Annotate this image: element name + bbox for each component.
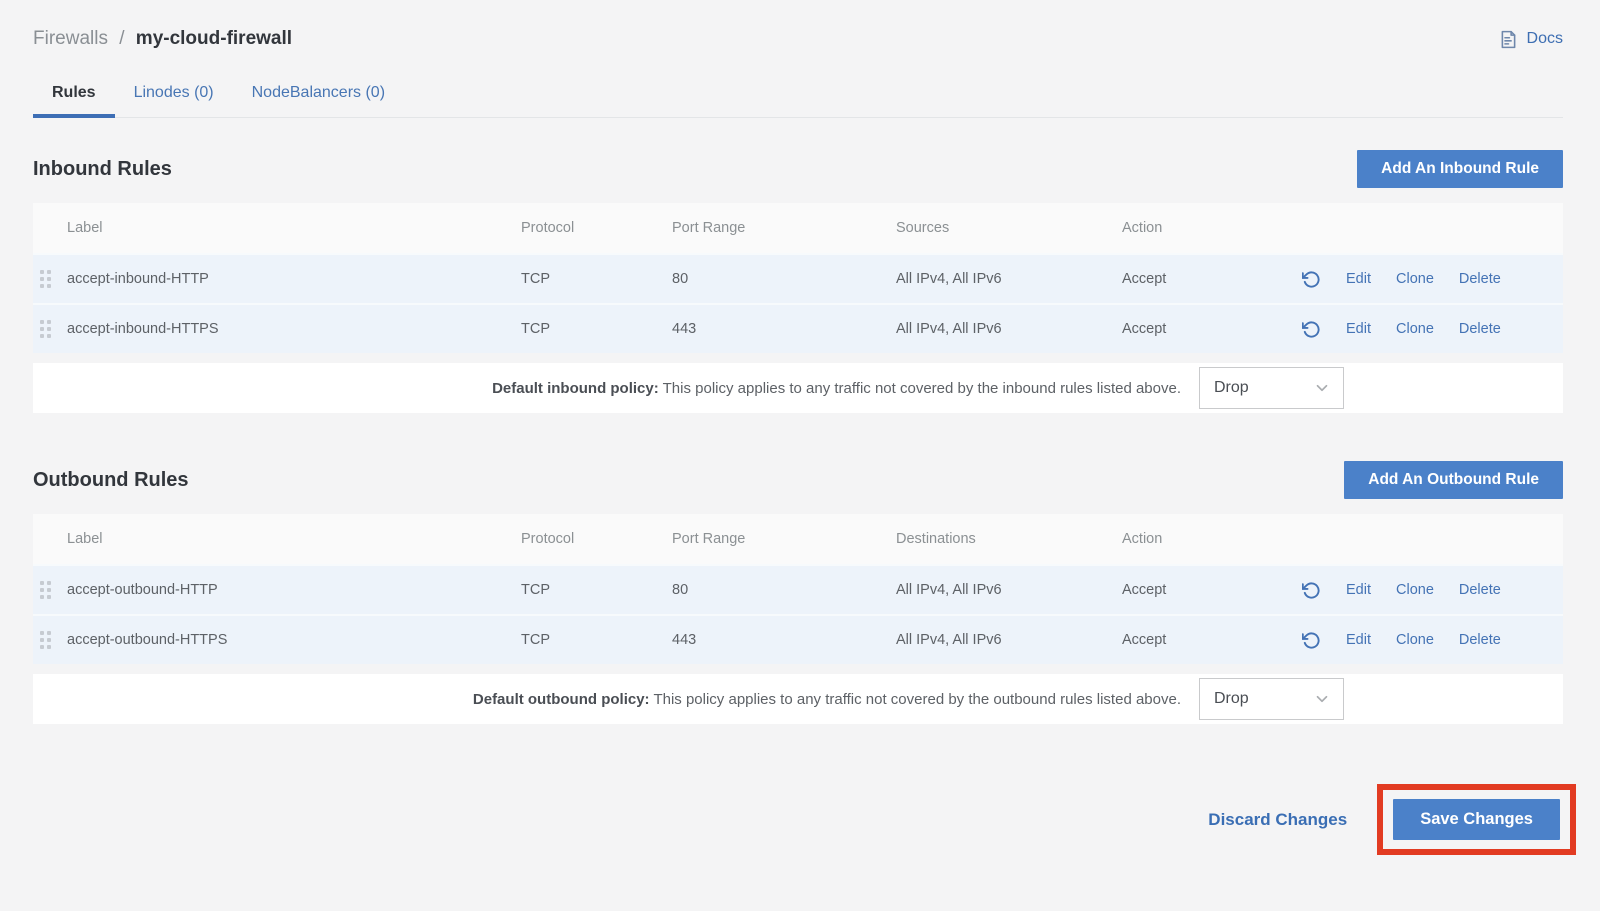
chevron-down-icon — [1313, 379, 1331, 397]
outbound-rules-title: Outbound Rules — [33, 469, 189, 492]
rule-destinations: All IPv4, All IPv6 — [896, 632, 1122, 648]
col-protocol: Protocol — [521, 531, 672, 547]
rule-sources: All IPv4, All IPv6 — [896, 271, 1122, 287]
col-protocol: Protocol — [521, 220, 672, 236]
tab-bar: Rules Linodes (0) NodeBalancers (0) — [33, 72, 1563, 118]
rule-label: accept-outbound-HTTP — [67, 582, 521, 598]
delete-link[interactable]: Delete — [1459, 582, 1501, 598]
inbound-table-header: Label Protocol Port Range Sources Action — [33, 203, 1563, 253]
rule-sources: All IPv4, All IPv6 — [896, 321, 1122, 337]
tab-nodebalancers[interactable]: NodeBalancers (0) — [233, 72, 404, 117]
inbound-rules-title: Inbound Rules — [33, 158, 172, 181]
rule-protocol: TCP — [521, 321, 672, 337]
drag-handle-icon[interactable] — [40, 320, 51, 338]
rule-label: accept-inbound-HTTP — [67, 271, 521, 287]
rule-protocol: TCP — [521, 632, 672, 648]
add-outbound-rule-button[interactable]: Add An Outbound Rule — [1344, 461, 1563, 499]
breadcrumb: Firewalls / my-cloud-firewall — [33, 28, 292, 50]
drag-handle-icon[interactable] — [40, 270, 51, 288]
rule-action: Accept — [1122, 632, 1302, 648]
default-outbound-policy-row: Default outbound policy: This policy app… — [33, 674, 1563, 724]
clone-link[interactable]: Clone — [1396, 321, 1434, 337]
topbar: Firewalls / my-cloud-firewall Docs — [33, 28, 1563, 50]
edit-link[interactable]: Edit — [1346, 632, 1371, 648]
undo-icon[interactable] — [1302, 631, 1321, 650]
rule-label: accept-inbound-HTTPS — [67, 321, 521, 337]
docs-link[interactable]: Docs — [1498, 29, 1563, 50]
col-destinations: Destinations — [896, 531, 1122, 547]
rule-destinations: All IPv4, All IPv6 — [896, 582, 1122, 598]
docs-icon — [1498, 29, 1519, 50]
col-label: Label — [67, 531, 521, 547]
undo-icon[interactable] — [1302, 320, 1321, 339]
outbound-table-header: Label Protocol Port Range Destinations A… — [33, 514, 1563, 564]
default-inbound-policy-text: Default inbound policy: This policy appl… — [492, 380, 1181, 397]
docs-label: Docs — [1527, 30, 1563, 48]
undo-icon[interactable] — [1302, 581, 1321, 600]
delete-link[interactable]: Delete — [1459, 271, 1501, 287]
clone-link[interactable]: Clone — [1396, 632, 1434, 648]
delete-link[interactable]: Delete — [1459, 321, 1501, 337]
default-outbound-policy-select[interactable]: Drop — [1199, 678, 1344, 720]
discard-changes-link[interactable]: Discard Changes — [1208, 810, 1347, 830]
rule-port: 80 — [672, 271, 896, 287]
rule-protocol: TCP — [521, 271, 672, 287]
inbound-rules-section: Inbound Rules Add An Inbound Rule Label … — [33, 150, 1563, 413]
rule-action: Accept — [1122, 271, 1302, 287]
table-row-outbound-http: accept-outbound-HTTP TCP 80 All IPv4, Al… — [33, 564, 1563, 614]
add-inbound-rule-button[interactable]: Add An Inbound Rule — [1357, 150, 1563, 188]
undo-icon[interactable] — [1302, 270, 1321, 289]
save-changes-button[interactable]: Save Changes — [1393, 799, 1560, 840]
clone-link[interactable]: Clone — [1396, 271, 1434, 287]
col-action: Action — [1122, 220, 1302, 236]
breadcrumb-current-firewall: my-cloud-firewall — [136, 28, 292, 49]
clone-link[interactable]: Clone — [1396, 582, 1434, 598]
form-actions: Discard Changes Save Changes — [33, 784, 1563, 855]
col-port-range: Port Range — [672, 220, 896, 236]
rule-port: 80 — [672, 582, 896, 598]
annotation-highlight-rectangle: Save Changes — [1377, 784, 1576, 855]
delete-link[interactable]: Delete — [1459, 632, 1501, 648]
default-outbound-policy-text: Default outbound policy: This policy app… — [473, 691, 1181, 708]
tab-rules[interactable]: Rules — [33, 72, 115, 117]
firewall-detail-page: Firewalls / my-cloud-firewall Docs Rules… — [0, 0, 1600, 911]
table-row-inbound-https: accept-inbound-HTTPS TCP 443 All IPv4, A… — [33, 303, 1563, 353]
col-sources: Sources — [896, 220, 1122, 236]
rule-port: 443 — [672, 632, 896, 648]
tab-linodes[interactable]: Linodes (0) — [115, 72, 233, 117]
drag-handle-icon[interactable] — [40, 581, 51, 599]
rule-action: Accept — [1122, 582, 1302, 598]
table-row-inbound-http: accept-inbound-HTTP TCP 80 All IPv4, All… — [33, 253, 1563, 303]
edit-link[interactable]: Edit — [1346, 582, 1371, 598]
rule-label: accept-outbound-HTTPS — [67, 632, 521, 648]
table-row-outbound-https: accept-outbound-HTTPS TCP 443 All IPv4, … — [33, 614, 1563, 664]
col-label: Label — [67, 220, 521, 236]
col-action: Action — [1122, 531, 1302, 547]
default-inbound-policy-row: Default inbound policy: This policy appl… — [33, 363, 1563, 413]
rule-port: 443 — [672, 321, 896, 337]
breadcrumb-firewalls[interactable]: Firewalls — [33, 28, 108, 49]
outbound-rules-section: Outbound Rules Add An Outbound Rule Labe… — [33, 461, 1563, 724]
edit-link[interactable]: Edit — [1346, 321, 1371, 337]
edit-link[interactable]: Edit — [1346, 271, 1371, 287]
col-port-range: Port Range — [672, 531, 896, 547]
breadcrumb-separator: / — [119, 28, 124, 49]
default-inbound-policy-select[interactable]: Drop — [1199, 367, 1344, 409]
chevron-down-icon — [1313, 690, 1331, 708]
drag-handle-icon[interactable] — [40, 631, 51, 649]
rule-protocol: TCP — [521, 582, 672, 598]
rule-action: Accept — [1122, 321, 1302, 337]
